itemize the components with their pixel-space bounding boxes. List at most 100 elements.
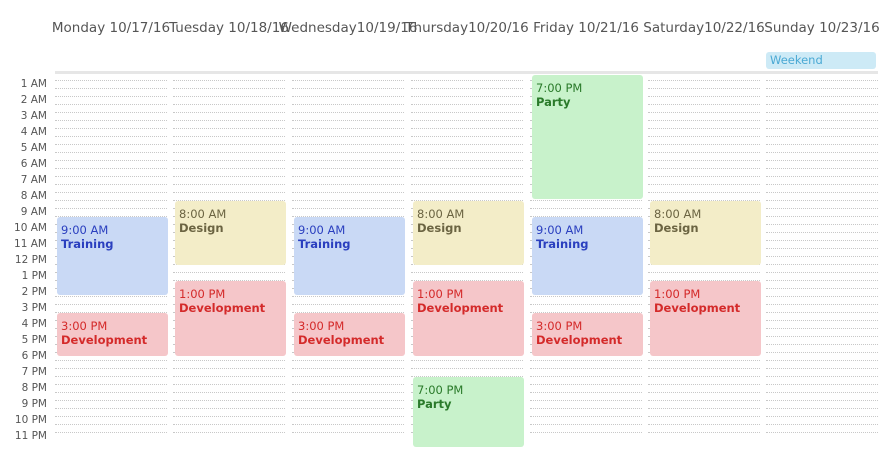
event-time: 1:00 PM (179, 286, 226, 301)
grid-line (55, 184, 167, 185)
event-design[interactable]: 8:00 AM Design (650, 200, 761, 265)
grid-line (55, 136, 167, 137)
event-development[interactable]: 1:00 PM Development (413, 280, 524, 356)
grid-line (648, 192, 760, 193)
grid-line (766, 208, 878, 209)
day-header[interactable]: Wednesday 10/19/16 (279, 8, 418, 48)
grid-line (648, 96, 760, 97)
grid-line (292, 136, 404, 137)
grid-line (55, 208, 167, 209)
hour-label: 5 PM (21, 334, 47, 346)
grid-line (766, 352, 878, 353)
event-training[interactable]: 9:00 AM Training (294, 216, 405, 296)
hour-label: 5 AM (20, 142, 47, 154)
event-design[interactable]: 8:00 AM Design (175, 200, 286, 265)
grid-line (411, 152, 523, 153)
grid-line (766, 184, 878, 185)
grid-line (530, 424, 642, 425)
allday-event-weekend[interactable]: Weekend (766, 52, 876, 69)
grid-line (766, 280, 878, 281)
grid-line (648, 432, 760, 433)
grid-line (530, 408, 642, 409)
hour-label: 6 AM (20, 158, 47, 170)
grid-line (766, 376, 878, 377)
grid-line (766, 304, 878, 305)
grid-line (411, 272, 523, 273)
grid-line (648, 112, 760, 113)
grid-line (766, 240, 878, 241)
grid-line (766, 176, 878, 177)
grid-line (292, 104, 404, 105)
grid-line (766, 336, 878, 337)
grid-line (292, 184, 404, 185)
day-header-label: Sunday 10/23/16 (764, 20, 880, 36)
grid-line (648, 376, 760, 377)
day-header-label: 10/22/16 (704, 20, 765, 36)
grid-line (55, 168, 167, 169)
grid-line (648, 272, 760, 273)
event-title: Development (654, 300, 741, 315)
grid-line (530, 296, 642, 297)
grid-line (411, 368, 523, 369)
grid-line (648, 184, 760, 185)
event-time: 9:00 AM (536, 222, 584, 237)
grid-line (55, 112, 167, 113)
event-party[interactable]: 7:00 PM Party (413, 376, 524, 448)
grid-line (411, 360, 523, 361)
hour-label: 11 AM (14, 238, 47, 250)
grid-line (766, 136, 878, 137)
grid-line (766, 200, 878, 201)
event-development[interactable]: 1:00 PM Development (650, 280, 761, 356)
grid-line (55, 400, 167, 401)
event-party[interactable]: 7:00 PM Party (532, 75, 643, 200)
hour-label: 11 PM (14, 430, 47, 442)
event-title: Development (298, 332, 385, 347)
grid-line (766, 168, 878, 169)
grid-line (411, 104, 523, 105)
day-header[interactable]: Saturday 10/22/16 (643, 8, 765, 48)
day-header-label: Tuesday 10/18/16 (169, 20, 289, 36)
grid-line (173, 424, 285, 425)
day-header[interactable]: Tuesday 10/18/16 (169, 8, 289, 48)
event-development[interactable]: 3:00 PM Development (57, 312, 168, 356)
event-training[interactable]: 9:00 AM Training (57, 216, 168, 296)
grid-line (292, 144, 404, 145)
grid-line (766, 400, 878, 401)
grid-line (173, 176, 285, 177)
grid-line (766, 256, 878, 257)
event-time: 1:00 PM (417, 286, 464, 301)
event-training[interactable]: 9:00 AM Training (532, 216, 643, 296)
event-title: Design (654, 220, 699, 235)
grid-line (530, 392, 642, 393)
grid-line (411, 128, 523, 129)
event-time: 8:00 AM (417, 206, 465, 221)
event-development[interactable]: 3:00 PM Development (532, 312, 643, 356)
hour-label: 3 AM (20, 110, 47, 122)
grid-line (648, 360, 760, 361)
day-header[interactable]: Monday 10/17/16 (51, 8, 171, 48)
day-header[interactable]: Sunday 10/23/16 (762, 8, 882, 48)
grid-line (648, 176, 760, 177)
grid-line (173, 384, 285, 385)
day-header[interactable]: Friday 10/21/16 (526, 8, 646, 48)
day-header[interactable]: Thursday 10/20/16 (405, 8, 528, 48)
grid-line (766, 80, 878, 81)
grid-line (411, 176, 523, 177)
grid-line (55, 88, 167, 89)
event-development[interactable]: 3:00 PM Development (294, 312, 405, 356)
event-development[interactable]: 1:00 PM Development (175, 280, 286, 356)
grid-line (292, 200, 404, 201)
grid-line (55, 80, 167, 81)
grid-line (173, 272, 285, 273)
grid-line (292, 296, 404, 297)
grid-line (55, 408, 167, 409)
grid-line (55, 360, 167, 361)
grid-line (292, 120, 404, 121)
grid-line (55, 384, 167, 385)
event-time: 1:00 PM (654, 286, 701, 301)
grid-line (292, 208, 404, 209)
event-title: Design (179, 220, 224, 235)
event-design[interactable]: 8:00 AM Design (413, 200, 524, 265)
grid-line (173, 168, 285, 169)
grid-line (648, 88, 760, 89)
